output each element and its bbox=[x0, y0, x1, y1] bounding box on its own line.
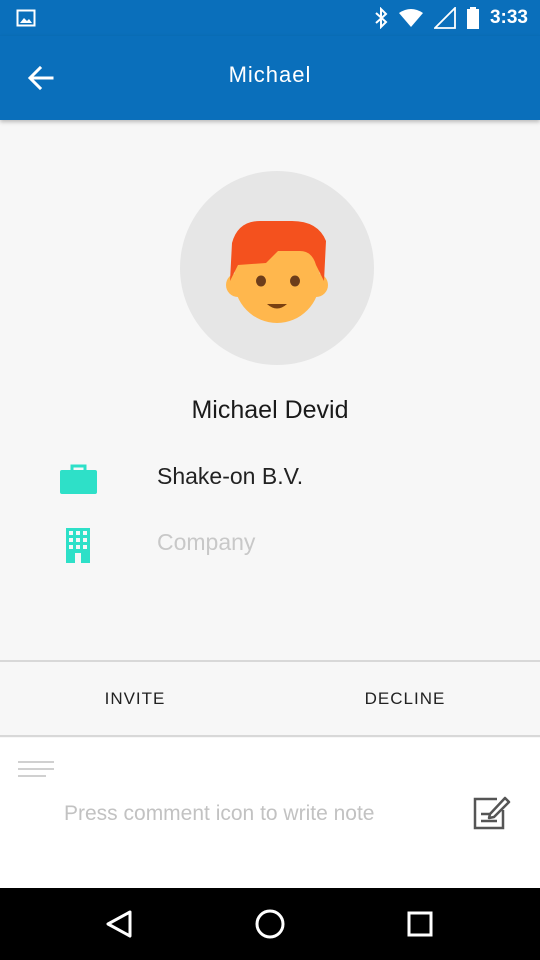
contact-full-name: Michael Devid bbox=[191, 396, 349, 424]
briefcase-icon bbox=[60, 464, 97, 494]
divider bbox=[0, 735, 540, 737]
decline-button[interactable]: DECLINE bbox=[270, 662, 540, 736]
signal-icon bbox=[433, 7, 456, 29]
action-bar: INVITE DECLINE bbox=[0, 662, 540, 736]
note-placeholder[interactable]: Press comment icon to write note bbox=[64, 802, 374, 826]
recents-square-icon[interactable] bbox=[402, 906, 438, 942]
invite-button[interactable]: INVITE bbox=[0, 662, 270, 736]
gallery-icon bbox=[16, 9, 36, 27]
wifi-icon bbox=[398, 9, 423, 27]
app-bar: Michael bbox=[0, 36, 540, 120]
status-time: 3:33 bbox=[489, 7, 528, 28]
system-nav-bar bbox=[0, 888, 540, 960]
building-icon bbox=[66, 528, 90, 563]
home-circle-icon[interactable] bbox=[252, 906, 288, 942]
employer-value: Shake-on B.V. bbox=[157, 463, 304, 489]
person-avatar-icon bbox=[226, 221, 328, 323]
battery-icon bbox=[466, 7, 479, 29]
avatar bbox=[180, 171, 374, 365]
edit-note-icon[interactable] bbox=[471, 794, 511, 832]
notes-lines-icon bbox=[18, 761, 54, 777]
back-triangle-icon[interactable] bbox=[102, 906, 138, 942]
status-bar: 3:33 bbox=[0, 0, 540, 36]
company-field[interactable]: Company bbox=[157, 529, 255, 556]
notes-panel: Press comment icon to write note bbox=[0, 738, 540, 888]
bluetooth-icon bbox=[375, 7, 388, 29]
page-title: Michael bbox=[228, 62, 312, 87]
